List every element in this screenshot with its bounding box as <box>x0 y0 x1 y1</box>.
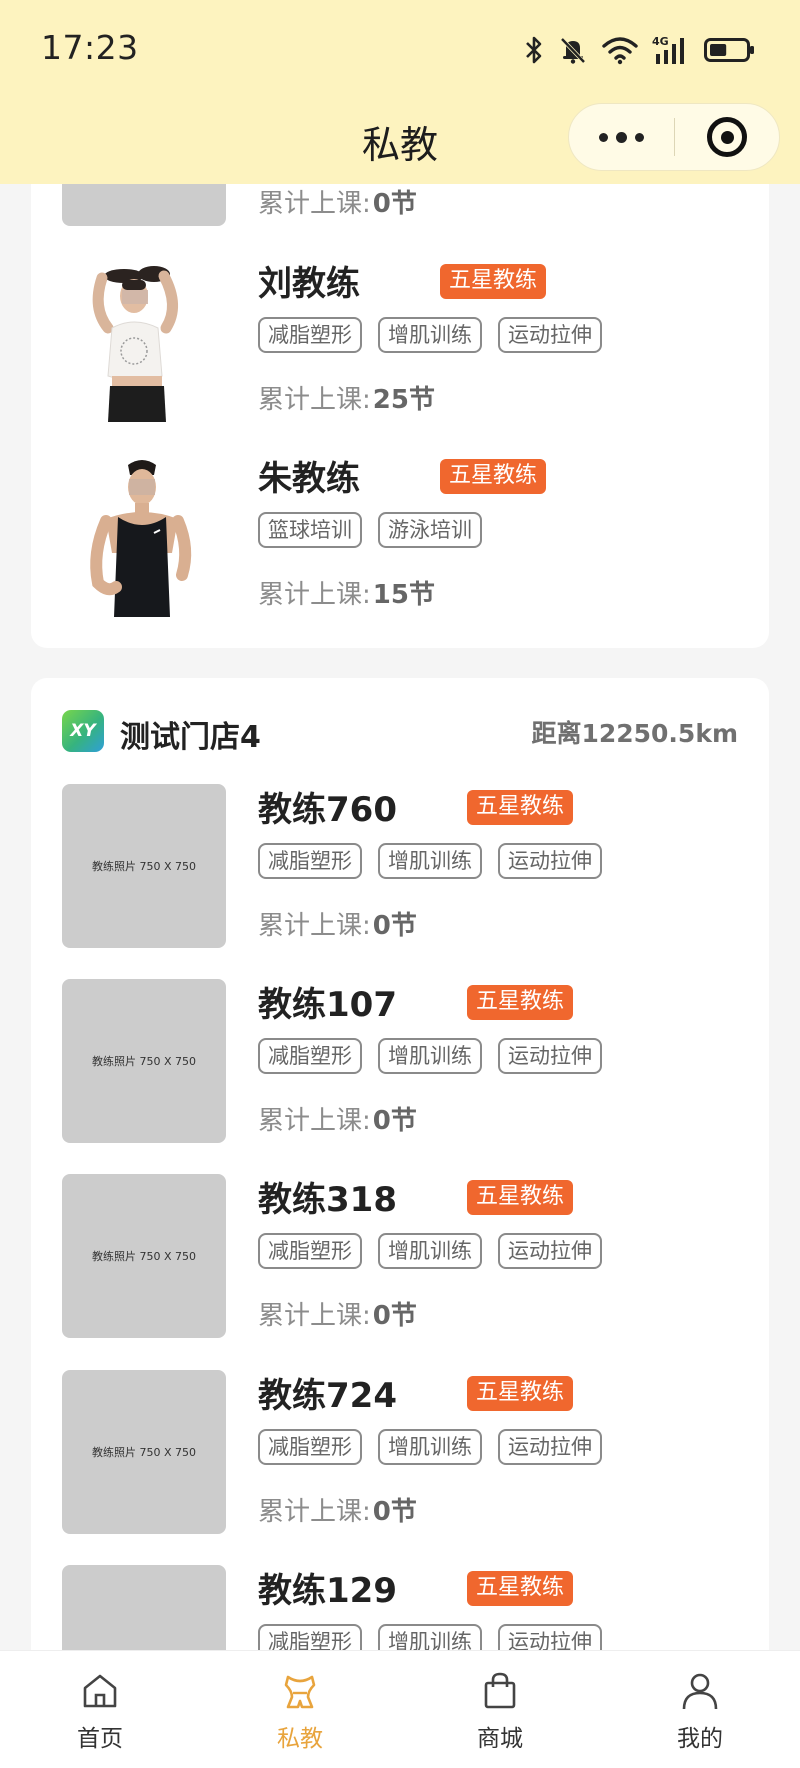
close-miniprogram-button[interactable] <box>675 117 779 157</box>
target-icon <box>707 117 747 157</box>
coach-photo-placeholder: 教练照片 750 X 750 <box>62 1174 226 1338</box>
five-star-badge: 五星教练 <box>467 1180 574 1215</box>
coach-tags: 减脂塑形 增肌训练 运动拉伸 <box>258 1038 602 1074</box>
coach-name: 朱教练 <box>258 459 360 499</box>
five-star-badge: 五星教练 <box>467 790 574 825</box>
coach-tag: 增肌训练 <box>378 317 482 353</box>
five-star-badge: 五星教练 <box>467 1571 574 1606</box>
dot-icon <box>616 131 627 143</box>
lessons-count: 累计上课:0节 <box>258 1301 417 1331</box>
coach-item[interactable]: 教练照片 750 X 750 教练760 五星教练 减脂塑形 增肌训练 运动拉伸… <box>62 784 742 949</box>
coach-name: 教练318 <box>258 1180 397 1220</box>
tab-label: 商城 <box>477 1726 523 1752</box>
five-star-badge: 五星教练 <box>467 985 574 1020</box>
bluetooth-icon <box>526 36 542 64</box>
coach-tags: 减脂塑形 增肌训练 运动拉伸 <box>258 1429 602 1465</box>
coach-name: 教练107 <box>258 985 397 1025</box>
coach-name: 教练724 <box>258 1376 397 1416</box>
coach-tag: 增肌训练 <box>378 1233 482 1269</box>
store-logo: XY <box>62 710 104 752</box>
more-button[interactable] <box>569 104 674 170</box>
lessons-count: 累计上课:0节 <box>258 1106 417 1136</box>
battery-icon <box>704 38 754 62</box>
coach-item[interactable]: 朱教练 五星教练 篮球培训 游泳培训 累计上课:15节 <box>62 453 742 618</box>
coach-tag: 增肌训练 <box>378 843 482 879</box>
shopping-bag-icon <box>484 1672 516 1709</box>
tab-label: 我的 <box>677 1726 723 1752</box>
signal-4g-icon: 4G <box>652 35 684 64</box>
coach-tag: 减脂塑形 <box>258 1038 362 1074</box>
tab-label: 私教 <box>277 1726 323 1752</box>
store-name: 测试门店4 <box>120 720 261 755</box>
coach-tag: 运动拉伸 <box>498 1233 602 1269</box>
tab-label: 首页 <box>77 1726 123 1752</box>
coach-tags: 篮球培训 游泳培训 <box>258 512 482 548</box>
coach-tag: 运动拉伸 <box>498 843 602 879</box>
coach-tags: 减脂塑形 增肌训练 运动拉伸 <box>258 317 602 353</box>
dot-icon <box>599 132 608 142</box>
bell-muted-icon <box>560 37 586 64</box>
coach-tag: 运动拉伸 <box>498 317 602 353</box>
coach-tag: 增肌训练 <box>378 1429 482 1465</box>
coach-name: 教练760 <box>258 790 397 830</box>
coach-tag: 篮球培训 <box>258 512 362 548</box>
svg-text:4G: 4G <box>652 35 669 48</box>
lessons-count: 累计上课:0节 <box>258 189 417 219</box>
coach-item[interactable]: 教练照片 750 X 750 教练318 五星教练 减脂塑形 增肌训练 运动拉伸… <box>62 1174 742 1339</box>
wifi-icon <box>602 37 638 65</box>
five-star-badge: 五星教练 <box>467 1376 574 1411</box>
coach-tag: 减脂塑形 <box>258 1429 362 1465</box>
lessons-count: 累计上课:25节 <box>258 385 435 415</box>
profile-icon <box>682 1673 718 1710</box>
coach-photo-placeholder: 教练照片 750 X 750 <box>62 1370 226 1534</box>
tab-bar: 首页 私教 商城 我的 <box>0 1650 800 1768</box>
coach-tag: 增肌训练 <box>378 1038 482 1074</box>
tab-profile[interactable]: 我的 <box>600 1651 800 1768</box>
five-star-badge: 五星教练 <box>440 459 547 494</box>
coach-photo-placeholder: 教练照片 750 X 750 <box>62 979 226 1143</box>
nav-header: 17:23 4G 私教 <box>0 0 800 184</box>
coach-tag: 运动拉伸 <box>498 1429 602 1465</box>
five-star-badge: 五星教练 <box>440 264 547 299</box>
coach-photo-placeholder: 教练照片 750 X 750 <box>62 784 226 948</box>
coach-tag: 减脂塑形 <box>258 317 362 353</box>
status-icons: 4G <box>524 30 756 70</box>
coach-photo <box>62 453 226 617</box>
coach-photo <box>62 258 226 422</box>
coach-tag: 减脂塑形 <box>258 1233 362 1269</box>
coach-name: 教练129 <box>258 1571 397 1611</box>
coach-name: 刘教练 <box>258 264 360 304</box>
lessons-count: 累计上课:15节 <box>258 580 435 610</box>
photo-placeholder-text: 教练照片 750 X 750 <box>91 1055 197 1068</box>
coach-tag: 运动拉伸 <box>498 1038 602 1074</box>
lessons-count: 累计上课:0节 <box>258 911 417 941</box>
dot-icon <box>635 132 644 142</box>
status-time: 17:23 <box>41 28 139 67</box>
coach-item[interactable]: 教练照片 750 X 750 教练107 五星教练 减脂塑形 增肌训练 运动拉伸… <box>62 979 742 1144</box>
tab-mall[interactable]: 商城 <box>400 1651 600 1768</box>
photo-placeholder-text: 教练照片 750 X 750 <box>91 1250 197 1263</box>
home-icon <box>83 1674 117 1708</box>
store-header[interactable]: XY 测试门店4 距离12250.5km <box>62 710 738 755</box>
photo-placeholder-text: 教练照片 750 X 750 <box>91 860 197 873</box>
tab-coach[interactable]: 私教 <box>200 1651 400 1768</box>
coach-tag: 游泳培训 <box>378 512 482 548</box>
lessons-count: 累计上课:0节 <box>258 1497 417 1527</box>
coach-tags: 减脂塑形 增肌训练 运动拉伸 <box>258 1233 602 1269</box>
coach-tags: 减脂塑形 增肌训练 运动拉伸 <box>258 843 602 879</box>
tab-home[interactable]: 首页 <box>0 1651 200 1768</box>
photo-placeholder-text: 教练照片 750 X 750 <box>91 1446 197 1459</box>
coach-list[interactable]: 累计上课:0节 刘教练 五星教练 减脂塑形 增肌训练 运动拉伸 累计上课:25节… <box>0 0 800 1768</box>
coach-icon <box>284 1675 316 1709</box>
coach-item[interactable]: 刘教练 五星教练 减脂塑形 增肌训练 运动拉伸 累计上课:25节 <box>62 258 742 423</box>
coach-item[interactable]: 教练照片 750 X 750 教练724 五星教练 减脂塑形 增肌训练 运动拉伸… <box>62 1370 742 1535</box>
coach-tag: 减脂塑形 <box>258 843 362 879</box>
mini-program-capsule <box>568 103 780 171</box>
store-distance: 距离12250.5km <box>531 719 738 748</box>
